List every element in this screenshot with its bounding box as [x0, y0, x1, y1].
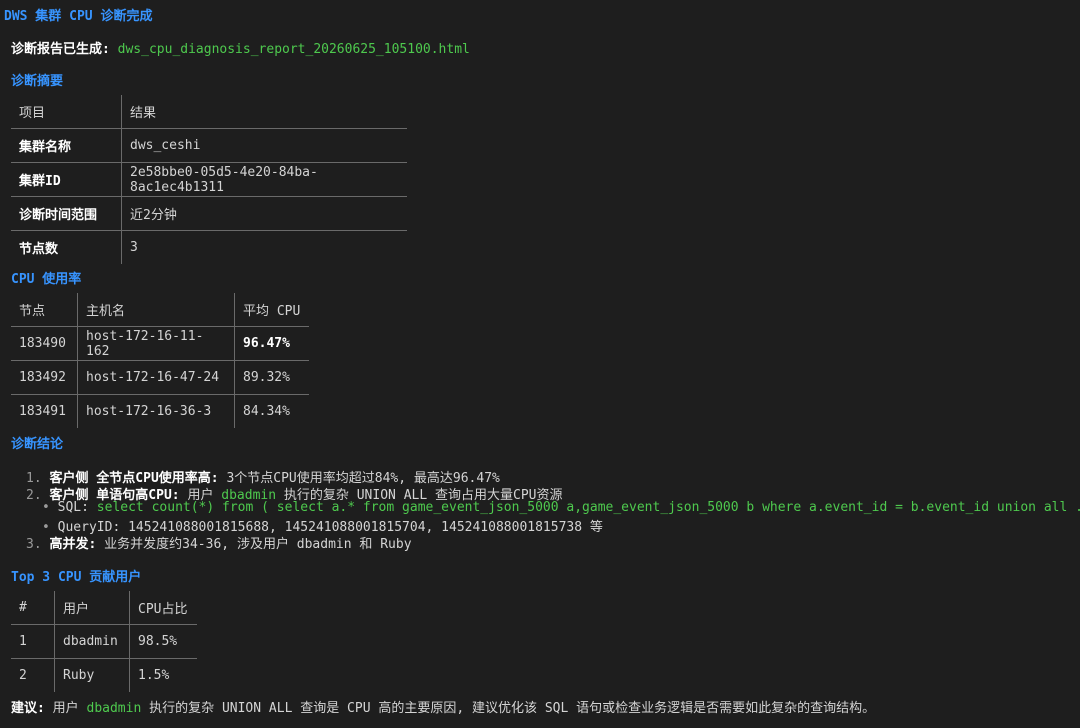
- user-name: dbadmin: [86, 701, 142, 716]
- table-cell: 98.5%: [129, 624, 197, 659]
- table-cell: 183490: [11, 326, 78, 361]
- table-row: 183492 host-172-16-47-24 89.32%: [11, 360, 309, 395]
- table-cell: Ruby: [54, 658, 130, 692]
- advice-label: 建议: [11, 701, 38, 716]
- table-cell: 183492: [11, 360, 78, 395]
- table-cell: 183491: [11, 394, 78, 428]
- list-item-text: 业务并发度约34-36, 涉及用户 dbadmin 和 Ruby: [104, 537, 412, 552]
- table-cell: host-172-16-47-24: [77, 360, 235, 395]
- table-cell: 1.5%: [129, 658, 197, 692]
- list-number: 2.: [26, 488, 42, 503]
- sql-subitem: • SQL: select count(*) from ( select a.*…: [42, 500, 1080, 515]
- top-users-table: # 用户 CPU占比 1 dbadmin 98.5% 2 Ruby 1.5%: [11, 591, 197, 692]
- column-header: CPU占比: [129, 591, 197, 625]
- sql-label: SQL:: [57, 500, 89, 515]
- table-cell: 96.47%: [234, 326, 309, 361]
- table-cell: host-172-16-36-3: [77, 394, 235, 428]
- advice-line: 建议: 用户 dbadmin 执行的复杂 UNION ALL 查询是 CPU 高…: [11, 701, 876, 716]
- cpu-usage-heading: CPU 使用率: [11, 272, 82, 287]
- table-cell: 3: [121, 230, 407, 264]
- table-cell: 1: [11, 624, 55, 659]
- report-label: 诊断报告已生成:: [11, 42, 110, 57]
- list-number: 3.: [26, 537, 42, 552]
- table-cell: 集群名称: [11, 128, 122, 163]
- table-cell: 诊断时间范围: [11, 196, 122, 231]
- page-title: DWS 集群 CPU 诊断完成: [4, 9, 153, 24]
- list-item: 3. 高并发: 业务并发度约34-36, 涉及用户 dbadmin 和 Ruby: [26, 537, 412, 552]
- table-row: 2 Ruby 1.5%: [11, 658, 197, 692]
- sql-text: select count(*) from ( select a.* from g…: [96, 500, 1080, 515]
- table-cell: host-172-16-11-162: [77, 326, 235, 361]
- table-cell: 集群ID: [11, 162, 122, 197]
- table-row: 集群ID 2e58bbe0-05d5-4e20-84ba-8ac1ec4b131…: [11, 162, 407, 197]
- table-row: 1 dbadmin 98.5%: [11, 624, 197, 659]
- table-cell: 84.34%: [234, 394, 309, 428]
- column-header: 主机名: [77, 293, 235, 327]
- table-cell: 近2分钟: [121, 196, 407, 231]
- advice-text-pre: 用户: [52, 701, 87, 716]
- table-cell: 2: [11, 658, 55, 692]
- column-header: #: [11, 591, 55, 625]
- column-header: 用户: [54, 591, 130, 625]
- table-row: 183490 host-172-16-11-162 96.47%: [11, 326, 309, 361]
- column-header: 项目: [11, 95, 122, 129]
- summary-table: 项目 结果 集群名称 dws_ceshi 集群ID 2e58bbe0-05d5-…: [11, 95, 407, 264]
- conclusion-heading: 诊断结论: [11, 437, 64, 452]
- report-line: 诊断报告已生成: dws_cpu_diagnosis_report_202606…: [11, 38, 470, 57]
- advice-text-post: 执行的复杂 UNION ALL 查询是 CPU 高的主要原因, 建议优化该 SQ…: [141, 701, 876, 716]
- table-cell: dws_ceshi: [121, 128, 407, 163]
- bullet-icon: •: [42, 500, 50, 515]
- top-users-heading: Top 3 CPU 贡献用户: [11, 570, 142, 585]
- table-row: 诊断时间范围 近2分钟: [11, 196, 407, 231]
- column-header: 结果: [121, 95, 407, 129]
- list-item-title: 高并发: [49, 537, 89, 552]
- column-header: 平均 CPU: [234, 293, 309, 327]
- table-cell: 节点数: [11, 230, 122, 264]
- table-cell: 89.32%: [234, 360, 309, 395]
- column-header: 节点: [11, 293, 78, 327]
- report-filename-link[interactable]: dws_cpu_diagnosis_report_20260625_105100…: [118, 42, 470, 57]
- table-cell: 2e58bbe0-05d5-4e20-84ba-8ac1ec4b1311: [121, 162, 407, 197]
- table-row: 节点数 3: [11, 230, 407, 264]
- table-cell: dbadmin: [54, 624, 130, 659]
- table-header-row: # 用户 CPU占比: [11, 591, 197, 625]
- summary-heading: 诊断摘要: [11, 74, 64, 89]
- cpu-usage-table: 节点 主机名 平均 CPU 183490 host-172-16-11-162 …: [11, 293, 309, 428]
- table-header-row: 节点 主机名 平均 CPU: [11, 293, 309, 327]
- table-header-row: 项目 结果: [11, 95, 407, 129]
- table-row: 183491 host-172-16-36-3 84.34%: [11, 394, 309, 428]
- table-row: 集群名称 dws_ceshi: [11, 128, 407, 163]
